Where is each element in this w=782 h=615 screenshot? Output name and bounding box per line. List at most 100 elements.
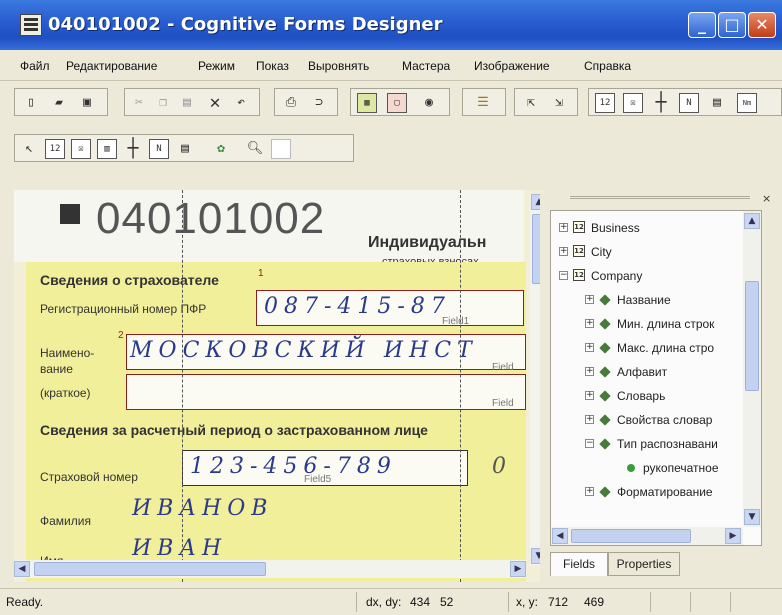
checkbox-field-icon[interactable]: ☒ xyxy=(71,139,91,159)
tree-node[interactable]: + Форматирование xyxy=(551,481,741,505)
import-icon[interactable]: ⇲ xyxy=(549,93,569,113)
tree-hscroll-thumb[interactable] xyxy=(571,529,691,543)
copy-icon[interactable]: ❐ xyxy=(153,93,173,113)
menu-file[interactable]: Файл xyxy=(20,59,50,73)
expand-icon[interactable]: + xyxy=(585,319,594,328)
cut-icon[interactable]: ✂ xyxy=(129,93,149,113)
collapse-icon[interactable]: − xyxy=(559,271,568,280)
menu-mode[interactable]: Режим xyxy=(198,59,235,73)
print-preview-icon[interactable]: ⊃ xyxy=(309,93,329,113)
title-bar[interactable]: 040101002 - Cognitive Forms Designer _ □… xyxy=(0,0,782,50)
scroll-right-arrow-icon[interactable]: ▶ xyxy=(510,561,526,577)
tree-node[interactable]: + Алфавит xyxy=(551,361,741,385)
image-icon[interactable]: ▦ xyxy=(357,93,377,113)
tree-scroll-thumb[interactable] xyxy=(745,281,759,391)
document-canvas[interactable]: 040101002 Индивидуальн страховых взносах… xyxy=(14,190,544,582)
tree-scroll-left-icon[interactable]: ◀ xyxy=(552,528,568,544)
delete-icon[interactable]: ✕ xyxy=(205,93,225,113)
expand-icon[interactable]: + xyxy=(559,223,568,232)
tab-fields[interactable]: Fields xyxy=(550,552,608,576)
text-field-icon[interactable]: 12 xyxy=(595,93,615,113)
tree-node[interactable]: +12 Business xyxy=(551,217,741,241)
properties-icon[interactable]: ▤ xyxy=(707,93,727,113)
expand-icon[interactable]: + xyxy=(585,343,594,352)
save-icon[interactable]: ▣ xyxy=(77,93,97,113)
number-icon[interactable]: N xyxy=(679,93,699,113)
recognize-icon[interactable]: ✿ xyxy=(211,139,231,159)
green-dot-icon xyxy=(627,464,635,472)
name-label-line2: вание xyxy=(40,362,73,376)
open-icon[interactable]: ▰ xyxy=(49,93,69,113)
panel-grip[interactable] xyxy=(570,196,750,200)
checkbox-field-icon[interactable]: ☒ xyxy=(623,93,643,113)
export-icon[interactable]: ⇱ xyxy=(521,93,541,113)
tree-node-label: Название xyxy=(617,293,671,307)
paste-icon[interactable]: ▤ xyxy=(177,93,197,113)
expand-icon[interactable]: + xyxy=(585,487,594,496)
pen-icon xyxy=(599,318,611,330)
tree-node-label: City xyxy=(591,245,612,259)
menu-view[interactable]: Показ xyxy=(256,59,289,73)
print-toolbar-group: ⎙ ⊃ xyxy=(274,88,338,116)
document-horizontal-scrollbar[interactable]: ◀ ▶ xyxy=(14,560,526,578)
scan-icon[interactable]: ☰ xyxy=(473,93,493,113)
tree-node[interactable]: −12 Company xyxy=(551,265,741,289)
tab-properties[interactable]: Properties xyxy=(608,552,680,576)
collapse-icon[interactable]: − xyxy=(585,439,594,448)
undo-icon[interactable]: ↶ xyxy=(231,93,251,113)
barcode-field-icon[interactable]: ▥ xyxy=(97,139,117,159)
alignment-guide-left[interactable] xyxy=(182,190,183,582)
menu-help[interactable]: Справка xyxy=(584,59,631,73)
form-header-title: Индивидуальн xyxy=(368,234,487,251)
view-toolbar-group: ▦ ▢ ◉ xyxy=(350,88,450,116)
new-icon[interactable]: ▯ xyxy=(21,93,41,113)
tools-toolbar: ↖ 12 ☒ ▥ ┼ N ▤ ✿ 🔍︎ xyxy=(0,130,380,168)
tree-node[interactable]: − Тип распознавани xyxy=(551,433,741,457)
form-icon[interactable]: ▢ xyxy=(387,93,407,113)
line-icon[interactable]: ┼ xyxy=(651,93,671,113)
field-tag-a: Field xyxy=(492,362,514,373)
tree-node[interactable]: + Словарь xyxy=(551,385,741,409)
tree-node[interactable]: + Свойства словар xyxy=(551,409,741,433)
expand-icon[interactable]: + xyxy=(585,367,594,376)
tree-scroll-up-icon[interactable]: ▲ xyxy=(744,213,760,229)
app-icon[interactable] xyxy=(20,14,42,36)
expand-icon[interactable]: + xyxy=(585,295,594,304)
cross-icon[interactable]: ┼ xyxy=(123,139,143,159)
alignment-guide-right[interactable] xyxy=(460,190,461,582)
tree-node[interactable]: + Макс. длина стро xyxy=(551,337,741,361)
template-icon[interactable]: ◉ xyxy=(419,93,439,113)
expand-icon[interactable]: + xyxy=(559,247,568,256)
menu-align[interactable]: Выровнять xyxy=(308,59,369,73)
tree-node[interactable]: рукопечатное xyxy=(551,457,741,481)
frame-icon[interactable] xyxy=(271,139,291,159)
name-icon[interactable]: Nm xyxy=(737,93,757,113)
expand-icon[interactable]: + xyxy=(585,415,594,424)
tree-node[interactable]: + Название xyxy=(551,289,741,313)
fields-panel: × +12 Business +12 City −12 Company + Название +… xyxy=(540,192,774,582)
tree-node[interactable]: +12 City xyxy=(551,241,741,265)
menu-edit[interactable]: Редактирование xyxy=(66,59,157,73)
text-field-icon[interactable]: 12 xyxy=(45,139,65,159)
menu-image[interactable]: Изображение xyxy=(474,59,550,73)
fields-tree[interactable]: +12 Business +12 City −12 Company + Название + Ми… xyxy=(550,210,762,546)
pointer-icon[interactable]: ↖ xyxy=(19,139,39,159)
close-button[interactable]: ✕ xyxy=(748,12,776,38)
tree-horizontal-scrollbar[interactable]: ◀ ▶ xyxy=(551,527,743,545)
scroll-left-arrow-icon[interactable]: ◀ xyxy=(14,561,30,577)
tree-node[interactable]: + Мин. длина строк xyxy=(551,313,741,337)
tree-vertical-scrollbar[interactable]: ▲ ▼ xyxy=(743,211,761,527)
expand-icon[interactable]: + xyxy=(585,391,594,400)
properties-icon[interactable]: ▤ xyxy=(175,139,195,159)
minimize-button[interactable]: _ xyxy=(688,12,716,38)
horizontal-scroll-thumb[interactable] xyxy=(34,562,266,576)
zoom-icon[interactable]: 🔍︎ xyxy=(245,139,265,159)
tree-scroll-down-icon[interactable]: ▼ xyxy=(744,509,760,525)
print-icon[interactable]: ⎙ xyxy=(281,93,301,113)
panel-close-icon[interactable]: × xyxy=(762,192,771,205)
company-name-field-line2[interactable] xyxy=(126,374,526,410)
tree-scroll-right-icon[interactable]: ▶ xyxy=(725,528,741,544)
number-icon[interactable]: N xyxy=(149,139,169,159)
menu-wizards[interactable]: Мастера xyxy=(402,59,450,73)
maximize-button[interactable]: □ xyxy=(718,12,746,38)
